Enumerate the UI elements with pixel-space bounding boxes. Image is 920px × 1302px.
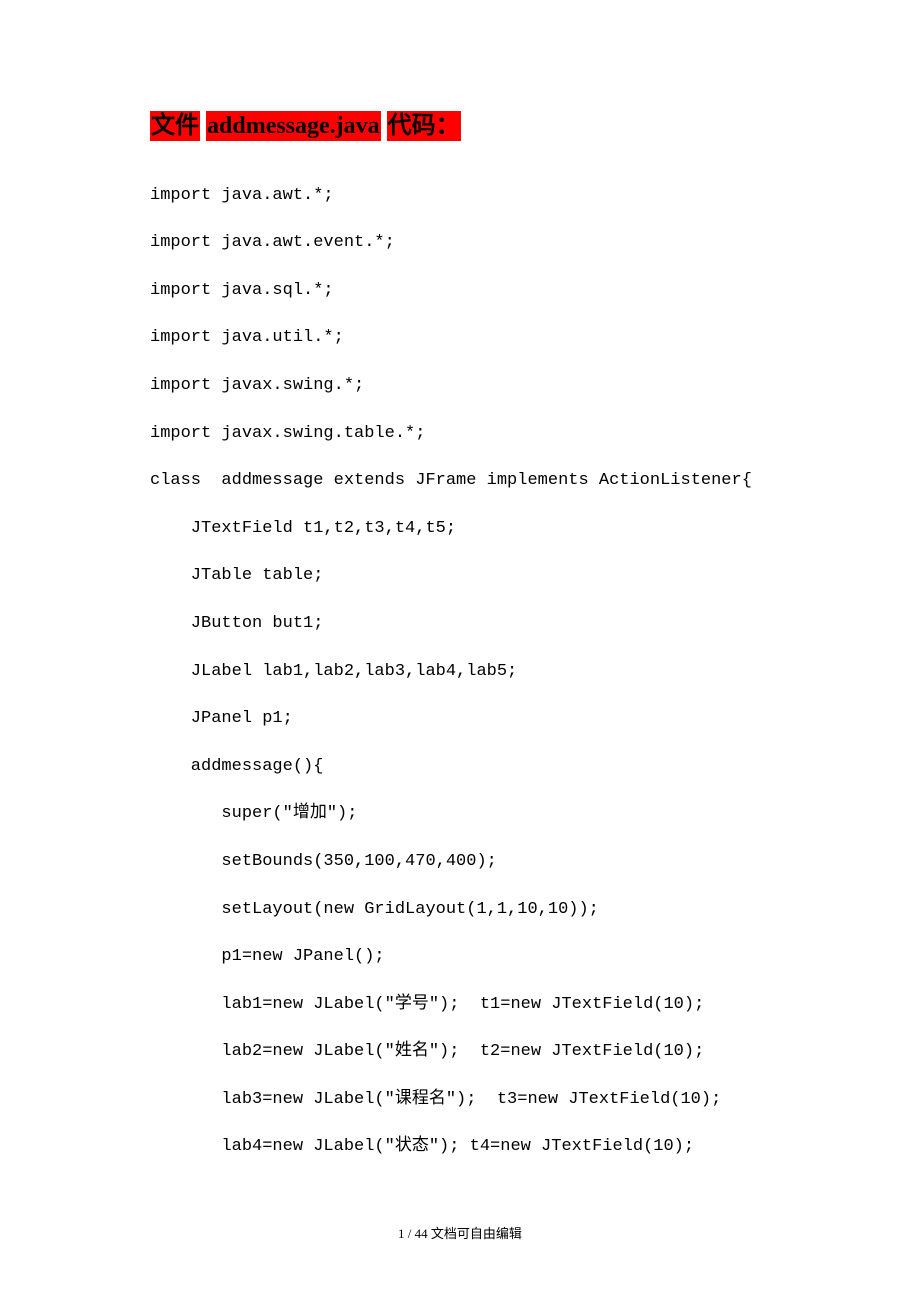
page-footer: 1 / 44 文档可自由编辑 xyxy=(0,1223,920,1242)
code-block: import java.awt.*; import java.awt.event… xyxy=(150,172,770,1171)
heading-part1: 文件 xyxy=(150,111,200,141)
heading-filename: addmessage.java xyxy=(206,111,381,141)
footer-note: 文档可自由编辑 xyxy=(431,1226,522,1241)
heading-part3: 代码： xyxy=(387,111,461,141)
page-number: 1 / 44 xyxy=(398,1226,428,1241)
document-page: 文件 addmessage.java 代码： import java.awt.*… xyxy=(0,0,920,1231)
file-heading: 文件 addmessage.java 代码： xyxy=(150,110,770,144)
